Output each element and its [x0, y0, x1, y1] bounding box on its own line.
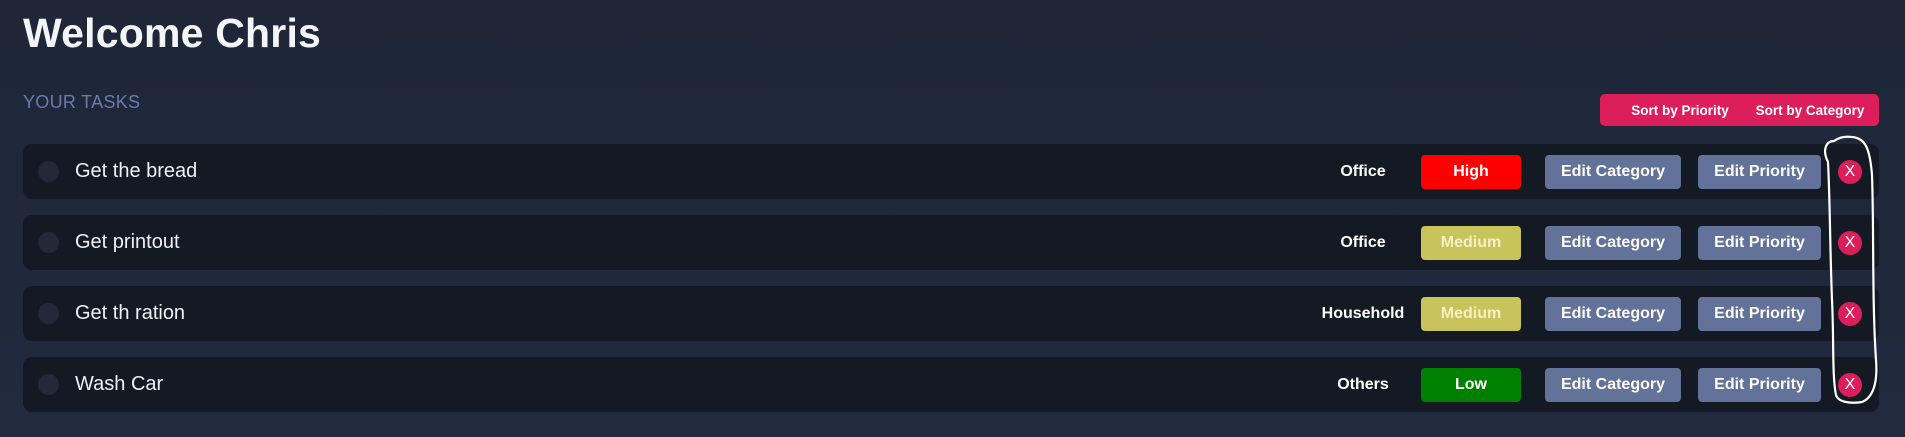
delete-task-button[interactable]: X	[1838, 231, 1862, 255]
priority-badge: Low	[1421, 368, 1521, 402]
priority-badge: Medium	[1421, 297, 1521, 331]
task-category: Office	[1340, 234, 1386, 251]
task-category: Household	[1321, 305, 1405, 322]
task-title: Wash Car	[75, 373, 164, 395]
edit-priority-button[interactable]: Edit Priority	[1698, 297, 1821, 331]
complete-checkbox[interactable]	[38, 161, 59, 182]
task-title: Get th ration	[75, 302, 186, 324]
edit-priority-button[interactable]: Edit Priority	[1698, 368, 1821, 402]
delete-task-button[interactable]: X	[1838, 373, 1862, 397]
complete-checkbox[interactable]	[38, 374, 59, 395]
task-title: Get the bread	[75, 160, 198, 182]
edit-category-button[interactable]: Edit Category	[1545, 155, 1681, 189]
complete-checkbox[interactable]	[38, 232, 59, 253]
task-title: Get printout	[75, 231, 180, 253]
edit-priority-button[interactable]: Edit Priority	[1698, 155, 1821, 189]
task-row: Get the bread Office High Edit Category …	[23, 144, 1879, 199]
task-row: Wash Car Others Low Edit Category Edit P…	[23, 357, 1879, 412]
task-category: Office	[1340, 163, 1386, 180]
task-category: Others	[1337, 376, 1389, 393]
edit-category-button[interactable]: Edit Category	[1545, 226, 1681, 260]
edit-category-button[interactable]: Edit Category	[1545, 368, 1681, 402]
section-label: YOUR TASKS	[23, 92, 141, 112]
task-row: Get th ration Household Medium Edit Cate…	[23, 286, 1879, 341]
delete-task-button[interactable]: X	[1838, 302, 1862, 326]
edit-priority-button[interactable]: Edit Priority	[1698, 226, 1821, 260]
sort-by-priority-button[interactable]: Sort by Priority	[1600, 94, 1760, 126]
task-row: Get printout Office Medium Edit Category…	[23, 215, 1879, 270]
priority-badge: Medium	[1421, 226, 1521, 260]
page-title: Welcome Chris	[23, 10, 322, 56]
complete-checkbox[interactable]	[38, 303, 59, 324]
edit-category-button[interactable]: Edit Category	[1545, 297, 1681, 331]
delete-task-button[interactable]: X	[1838, 160, 1862, 184]
priority-badge: High	[1421, 155, 1521, 189]
sort-by-category-button[interactable]: Sort by Category	[1741, 94, 1879, 126]
